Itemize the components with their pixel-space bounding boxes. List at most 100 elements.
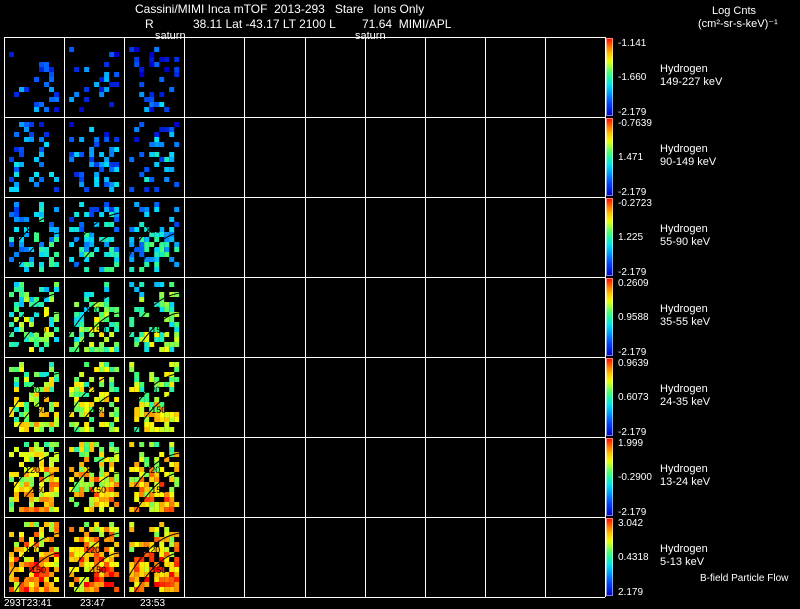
image-pixel xyxy=(174,332,180,337)
image-pixel xyxy=(49,382,54,387)
image-pixel xyxy=(49,172,54,177)
image-pixel xyxy=(164,67,170,72)
image-pixel xyxy=(139,207,145,212)
image-pixel xyxy=(109,387,115,392)
time-label-1: 293T23:41 xyxy=(4,598,52,609)
image-pixel xyxy=(24,422,29,427)
image-pixel xyxy=(39,247,44,252)
image-pixel xyxy=(39,67,44,72)
image-pixel xyxy=(9,472,14,477)
image-pixel xyxy=(114,137,120,142)
image-pixel xyxy=(19,452,24,457)
contour-label: 150 xyxy=(151,325,167,335)
image-pixel xyxy=(99,367,105,372)
image-pixel xyxy=(149,507,155,512)
image-pixel xyxy=(164,427,170,432)
image-pixel xyxy=(14,302,19,307)
image-pixel xyxy=(19,282,24,287)
image-pixel xyxy=(174,207,180,212)
contour-label: 150 xyxy=(151,485,167,495)
image-pixel xyxy=(44,62,49,67)
image-pixel xyxy=(34,577,39,582)
image-pixel xyxy=(14,162,19,167)
image-pixel xyxy=(139,222,145,227)
image-pixel xyxy=(169,582,175,587)
image-pixel xyxy=(164,497,170,502)
image-pixel xyxy=(139,487,145,492)
image-pixel xyxy=(29,557,34,562)
image-pixel xyxy=(144,187,150,192)
image-pixel xyxy=(104,132,110,137)
image-pixel xyxy=(74,447,80,452)
image-pixel xyxy=(139,297,145,302)
image-pixel xyxy=(89,587,95,592)
image-pixel xyxy=(164,302,170,307)
image-pixel xyxy=(134,572,140,577)
image-pixel xyxy=(44,342,49,347)
image-pixel xyxy=(19,122,24,127)
image-pixel xyxy=(114,167,120,172)
image-pixel xyxy=(99,77,105,82)
image-pixel xyxy=(114,82,120,87)
image-pixel xyxy=(44,577,49,582)
image-pixel xyxy=(54,187,59,192)
image-pixel xyxy=(54,227,59,232)
image-pixel xyxy=(24,137,29,142)
image-pixel xyxy=(139,307,145,312)
image-pixel xyxy=(109,447,115,452)
image-pixel xyxy=(74,172,80,177)
image-pixel xyxy=(89,342,95,347)
image-pixel xyxy=(19,562,24,567)
image-pixel xyxy=(159,252,165,257)
image-pixel xyxy=(134,382,140,387)
image-pixel xyxy=(89,477,95,482)
image-pixel xyxy=(29,422,34,427)
image-pixel xyxy=(109,567,115,572)
image-pixel xyxy=(79,172,85,177)
image-pixel xyxy=(104,582,110,587)
image-pixel xyxy=(129,47,135,52)
image-pixel xyxy=(94,587,100,592)
image-pixel xyxy=(169,497,175,502)
image-pixel xyxy=(174,182,180,187)
image-pixel xyxy=(14,377,19,382)
image-pixel xyxy=(114,482,120,487)
image-pixel xyxy=(34,372,39,377)
image-pixel xyxy=(29,347,34,352)
image-pixel xyxy=(159,522,165,527)
image-pixel xyxy=(54,412,59,417)
image-pixel xyxy=(9,242,14,247)
contour-label: 120 xyxy=(85,305,101,315)
image-pixel xyxy=(39,177,44,182)
image-pixel xyxy=(144,342,150,347)
image-pixel xyxy=(114,307,120,312)
image-pixel xyxy=(34,587,39,592)
image-pixel xyxy=(19,287,24,292)
image-pixel xyxy=(99,87,105,92)
colorbar-min-label: -2.179 xyxy=(618,427,647,438)
image-pixel xyxy=(84,267,90,272)
image-pixel xyxy=(134,337,140,342)
image-pixel xyxy=(84,587,90,592)
image-pixel xyxy=(84,407,90,412)
image-pixel xyxy=(49,367,54,372)
image-pixel xyxy=(114,207,120,212)
colorbar-mid-label: 1.471 xyxy=(618,152,644,163)
image-pixel xyxy=(89,127,95,132)
image-pixel xyxy=(149,62,155,67)
image-pixel xyxy=(174,262,180,267)
image-pixel xyxy=(134,412,140,417)
image-pixel xyxy=(149,52,155,57)
image-pixel xyxy=(9,342,14,347)
image-pixel xyxy=(49,462,54,467)
image-pixel xyxy=(169,462,175,467)
image-pixel xyxy=(159,142,165,147)
image-pixel xyxy=(159,242,165,247)
image-pixel xyxy=(169,127,175,132)
image-pixel xyxy=(154,527,160,532)
image-pixel xyxy=(84,447,90,452)
image-pixel xyxy=(104,547,110,552)
image-pixel xyxy=(9,577,14,582)
image-pixel xyxy=(129,507,135,512)
image-pixel xyxy=(94,247,100,252)
